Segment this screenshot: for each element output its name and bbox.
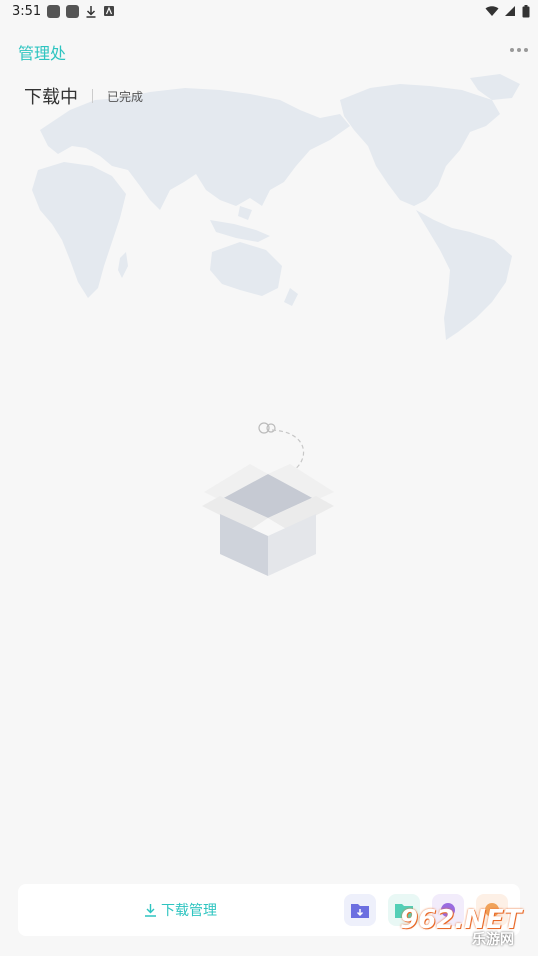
status-time: 3:51 bbox=[12, 3, 42, 19]
status-left: 3:51 bbox=[12, 4, 115, 19]
dot bbox=[517, 48, 521, 52]
more-icon[interactable] bbox=[510, 48, 528, 52]
download-status-icon bbox=[86, 5, 96, 18]
dot bbox=[510, 48, 514, 52]
watermark-logo: 962.NET 乐游网 bbox=[400, 905, 530, 951]
battery-icon bbox=[522, 4, 530, 17]
tab-bar: 下载中 已完成 bbox=[24, 82, 143, 110]
tab-downloading[interactable]: 下载中 bbox=[24, 83, 78, 109]
signal-icon bbox=[505, 6, 515, 16]
download-manage-label: 下载管理 bbox=[161, 903, 217, 919]
tab-divider bbox=[92, 89, 93, 103]
folder-download-glyph bbox=[351, 904, 369, 918]
notification-icon bbox=[66, 4, 80, 18]
page-title: 管理处 bbox=[18, 44, 67, 63]
download-icon bbox=[145, 904, 156, 917]
a-status-icon bbox=[104, 6, 115, 16]
wifi-icon bbox=[485, 6, 499, 16]
app-header: 管理处 bbox=[0, 36, 538, 68]
status-right bbox=[485, 4, 530, 18]
notification-icon bbox=[47, 4, 61, 18]
empty-box-illustration bbox=[202, 422, 334, 576]
download-manage-button[interactable]: 下载管理 bbox=[144, 900, 217, 920]
folder-download-icon[interactable] bbox=[344, 894, 376, 926]
watermark-sub: 乐游网 bbox=[472, 932, 514, 948]
tab-completed[interactable]: 已完成 bbox=[107, 88, 143, 105]
status-bar: 3:51 bbox=[0, 0, 538, 22]
dot bbox=[524, 48, 528, 52]
world-map-background bbox=[32, 74, 520, 340]
